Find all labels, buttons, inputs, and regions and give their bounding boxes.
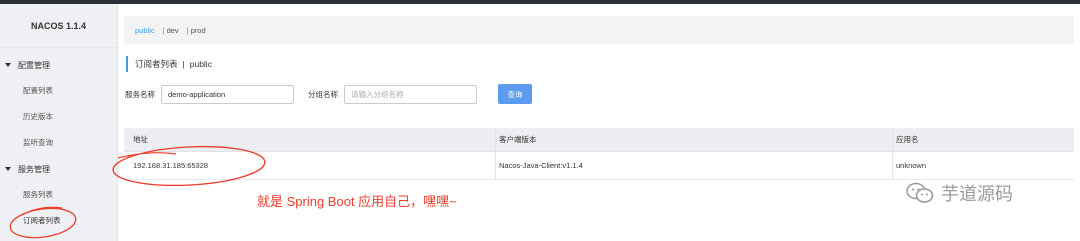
column-address: 地址 xyxy=(133,135,148,144)
sidebar-group-config[interactable]: 配置管理 xyxy=(0,52,117,78)
sidebar-item-history[interactable]: 历史版本 xyxy=(0,104,117,130)
sidebar-group-service[interactable]: 服务管理 xyxy=(0,156,117,182)
page-title: 订阅者列表 | public xyxy=(126,56,212,72)
cell-client-version: Nacos-Java-Client:v1.1.4 xyxy=(495,152,892,179)
title-separator: | xyxy=(182,59,185,69)
watermark-text: 芋道源码 xyxy=(941,184,1013,204)
sidebar-group-label: 配置管理 xyxy=(18,60,50,70)
cell-app-name: unknown xyxy=(892,152,1074,179)
table-header: 地址 客户端版本 应用名 xyxy=(124,128,1074,152)
group-name-label: 分组名称 xyxy=(308,89,338,99)
wechat-icon xyxy=(906,182,934,203)
table-row: 192.168.31.185:65328 Nacos-Java-Client:v… xyxy=(124,152,1074,180)
group-name-input[interactable]: 请输入分组名称 xyxy=(344,84,477,104)
service-name-label: 服务名称 xyxy=(125,89,155,99)
annotation-text: 就是 Spring Boot 应用自己，嘿嘿~ xyxy=(257,194,457,209)
namespace-separator: | xyxy=(162,25,165,35)
sidebar-item-service-list[interactable]: 服务列表 xyxy=(0,182,117,208)
namespace-bar: public | dev | prod xyxy=(124,16,1074,44)
namespace-public[interactable]: public xyxy=(135,26,155,35)
sidebar: NACOS 1.1.4 配置管理 配置列表 历史版本 监听查询 服务管理 服务列… xyxy=(0,4,118,241)
sidebar-group-label: 服务管理 xyxy=(18,164,50,174)
subscriber-table: 地址 客户端版本 应用名 192.168.31.185:65328 Nacos-… xyxy=(124,128,1074,180)
cell-address: 192.168.31.185:65328 xyxy=(133,161,209,170)
sidebar-item-subscriber-list[interactable]: 订阅者列表 xyxy=(0,208,117,234)
sidebar-item-listener-query[interactable]: 监听查询 xyxy=(0,130,117,156)
caret-down-icon xyxy=(5,63,11,67)
caret-down-icon xyxy=(5,167,11,171)
namespace-prod[interactable]: prod xyxy=(191,26,206,35)
column-client-version: 客户端版本 xyxy=(495,128,892,151)
query-button[interactable]: 查询 xyxy=(498,84,532,104)
column-app-name: 应用名 xyxy=(892,128,1074,151)
namespace-separator: | xyxy=(186,25,189,35)
page-title-text: 订阅者列表 xyxy=(135,59,178,69)
namespace-dev[interactable]: dev xyxy=(167,26,179,35)
sidebar-item-config-list[interactable]: 配置列表 xyxy=(0,78,117,104)
service-name-input[interactable]: demo-application xyxy=(161,84,294,104)
page-title-namespace: public xyxy=(189,59,212,69)
search-form: 服务名称 demo-application 分组名称 请输入分组名称 查询 xyxy=(125,84,532,104)
app-logo: NACOS 1.1.4 xyxy=(0,4,117,48)
watermark: 芋道源码 xyxy=(905,180,1013,206)
